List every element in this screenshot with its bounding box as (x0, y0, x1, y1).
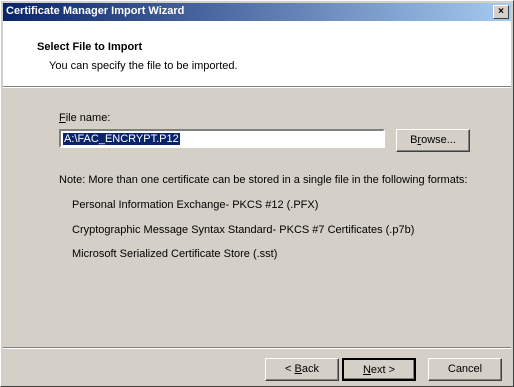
formats-note: Note: More than one certificate can be s… (59, 174, 468, 186)
browse-button[interactable]: Browse... (396, 129, 470, 152)
next-button[interactable]: Next > (342, 358, 416, 381)
footer-divider (3, 347, 511, 349)
file-name-value: A:\FAC_ENCRYPT.P12 (63, 133, 180, 145)
cancel-button[interactable]: Cancel (428, 358, 502, 381)
window-title: Certificate Manager Import Wizard (6, 5, 185, 17)
header-divider (3, 86, 511, 88)
close-button[interactable]: × (493, 5, 509, 19)
wizard-window: Certificate Manager Import Wizard × Sele… (0, 0, 514, 387)
file-name-input[interactable]: A:\FAC_ENCRYPT.P12 (59, 129, 385, 148)
format-p7b: Cryptographic Message Syntax Standard- P… (72, 224, 415, 236)
page-subtitle: You can specify the file to be imported. (49, 60, 238, 72)
format-pfx: Personal Information Exchange- PKCS #12 … (72, 199, 319, 211)
wizard-header: Select File to Import You can specify th… (3, 21, 511, 86)
file-name-label: File name: (59, 112, 111, 124)
page-title: Select File to Import (37, 41, 143, 53)
title-bar[interactable]: Certificate Manager Import Wizard × (3, 3, 511, 21)
back-button[interactable]: < Back (265, 358, 339, 381)
format-sst: Microsoft Serialized Certificate Store (… (72, 248, 278, 260)
